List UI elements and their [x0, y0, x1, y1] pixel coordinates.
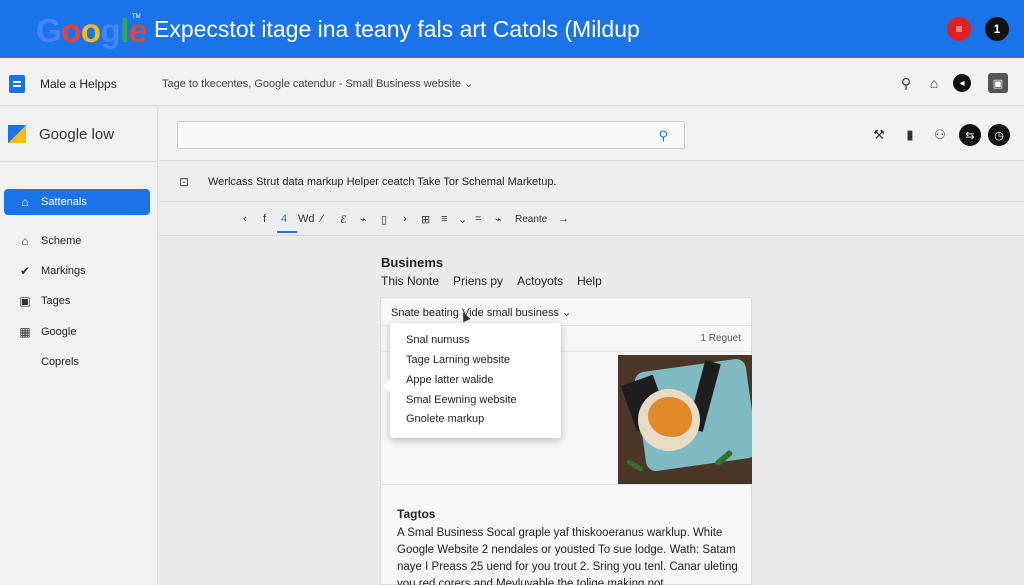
rename-button[interactable]: Reante: [515, 211, 547, 227]
section-title: Tagtos: [397, 507, 436, 521]
sidebar-item-google[interactable]: ▦ Google: [4, 319, 150, 345]
home-icon: ⌂: [21, 234, 29, 248]
sidebar-item-sattenals[interactable]: ⌂ Sattenals: [4, 189, 150, 215]
formatting-toolbar: ‹ f 4 Wd ⁄ ℰ ⌁ ▯ › ⊞ ≡ ⌄ = ⌁ Reante →: [159, 202, 1024, 236]
brand-logo-icon: [8, 125, 26, 143]
sidebar-item-label: Markings: [41, 265, 86, 277]
page-title: Expecstot itage ina teany fals art Catol…: [154, 16, 640, 42]
dropdown-menu: Snal numuss Tage Larning website Appe la…: [383, 323, 561, 438]
dropdown-item[interactable]: Smal Eewning website: [406, 394, 517, 406]
word-icon[interactable]: Wd: [298, 211, 315, 227]
logo-letter: o: [61, 12, 81, 49]
top-banner: Google TM Expecstot itage ina teany fals…: [0, 0, 1024, 58]
brand-name: Google low: [39, 126, 115, 143]
link-icon[interactable]: ⌁: [495, 211, 502, 227]
image-icon[interactable]: ▣: [988, 73, 1008, 93]
grid-icon[interactable]: ⊞: [421, 211, 430, 227]
heading-icon[interactable]: 4: [281, 211, 287, 227]
food-photo[interactable]: [618, 355, 752, 484]
sidebar-item-label: Scheme: [41, 235, 82, 247]
home-icon[interactable]: ⌂: [925, 74, 943, 92]
search-input[interactable]: ⚲: [177, 121, 685, 149]
image-icon[interactable]: ▯: [381, 211, 387, 227]
arrow-right-icon[interactable]: →: [558, 211, 569, 227]
clock-icon[interactable]: ◷: [988, 124, 1010, 146]
home-icon: ⌂: [21, 195, 29, 209]
logo-letter: l: [120, 12, 129, 49]
sidebar: Google low: [0, 107, 158, 585]
sidebar-item-label: Tages: [41, 295, 71, 307]
logo-letter: o: [80, 12, 101, 49]
list-icon[interactable]: ≡: [441, 211, 447, 227]
app-name: Male a Helpps: [40, 77, 117, 91]
body-line: naye I Preass 25 uend for you trout 2. S…: [397, 561, 738, 573]
check-icon: ✔: [19, 264, 31, 278]
dropdown-item[interactable]: Tage Larning website: [406, 354, 510, 366]
divider: [0, 161, 158, 162]
chevron-right-icon[interactable]: ›: [403, 211, 407, 227]
logo-letter: g: [100, 12, 121, 49]
content-header: ⚲ ⚒ ▮ ⚇ ⇆ ◷: [159, 107, 1024, 161]
table-icon: ▦: [19, 325, 31, 339]
panel-title: Businems: [381, 255, 444, 270]
sidebar-item-markings[interactable]: ✔ Markings: [4, 258, 150, 284]
sidebar-item-coprels[interactable]: Coprels: [4, 349, 150, 375]
app-header: Male a Helpps Tage to tkecentes, Google …: [0, 58, 1024, 106]
menu-item[interactable]: Help: [577, 274, 602, 288]
wrench-icon[interactable]: ⚒: [868, 124, 890, 146]
breadcrumb[interactable]: Tage to tkecentes, Google catendur - Sma…: [162, 77, 473, 90]
chevron-down-icon[interactable]: ⌄: [458, 211, 467, 227]
dropdown-item[interactable]: Appe latter walide: [406, 374, 493, 386]
card-header: Snate beating Vide small business ⌄: [381, 298, 751, 326]
dropdown-item[interactable]: Gnolete markup: [406, 413, 484, 425]
facebook-icon[interactable]: f: [263, 211, 266, 227]
body-line: A Smal Business Socal graple yaf thiskoo…: [397, 527, 723, 539]
photo-food: [648, 397, 692, 437]
sidebar-item-scheme[interactable]: ⌂ Scheme: [4, 228, 150, 254]
tag-icon: ▣: [19, 294, 31, 308]
comment-icon: ⊡: [179, 175, 190, 189]
info-row: ⊡ Werlcass Strut data markup Helper ceat…: [159, 162, 1024, 202]
body-line: you red corers and Mevluvable the tolige…: [397, 578, 664, 585]
search-icon[interactable]: ⚲: [897, 74, 915, 92]
comment-icon[interactable]: ▮: [899, 124, 921, 146]
sidebar-item-label: Coprels: [41, 356, 79, 368]
align-icon[interactable]: =: [475, 211, 481, 227]
request-label[interactable]: 1 Reguet: [700, 333, 741, 344]
menu-item[interactable]: Priens py: [453, 274, 503, 288]
search-icon[interactable]: ⚲: [658, 128, 668, 144]
quote-icon[interactable]: ℰ: [340, 211, 347, 227]
back-icon[interactable]: ‹: [243, 211, 247, 227]
body-text: A Smal Business Socal graple yaf thiskoo…: [397, 525, 747, 585]
editor-menu: This Nonte Priens py Actoyots Help: [381, 274, 602, 288]
document-icon[interactable]: [9, 75, 25, 93]
back-icon[interactable]: ◂: [953, 74, 971, 92]
divider: [381, 484, 751, 485]
link-icon[interactable]: ⌁: [360, 211, 367, 227]
active-tab-indicator: [277, 231, 297, 233]
menu-item[interactable]: This Nonte: [381, 274, 439, 288]
dropdown-item[interactable]: Snal numuss: [406, 334, 470, 346]
notification-badge[interactable]: 1: [985, 17, 1009, 41]
swap-icon[interactable]: ⇆: [959, 124, 981, 146]
sidebar-item-label: Sattenals: [41, 196, 87, 208]
photo-leaf: [625, 458, 645, 473]
sidebar-item-label: Google: [41, 326, 77, 338]
menu-icon[interactable]: ≡: [947, 17, 971, 41]
menu-item[interactable]: Actoyots: [517, 274, 563, 288]
google-logo: Google: [36, 12, 147, 50]
card-header-select[interactable]: Snate beating Vide small business ⌄: [391, 306, 571, 319]
sidebar-item-tages[interactable]: ▣ Tages: [4, 288, 150, 314]
user-icon[interactable]: ⚇: [929, 124, 951, 146]
italic-icon[interactable]: ⁄: [321, 211, 323, 227]
info-text: Werlcass Strut data markup Helper ceatch…: [208, 176, 557, 188]
logo-trademark: TM: [132, 14, 141, 20]
body-line: Google Website 2 nendales or yousted To …: [397, 544, 736, 556]
logo-letter: G: [36, 12, 62, 49]
